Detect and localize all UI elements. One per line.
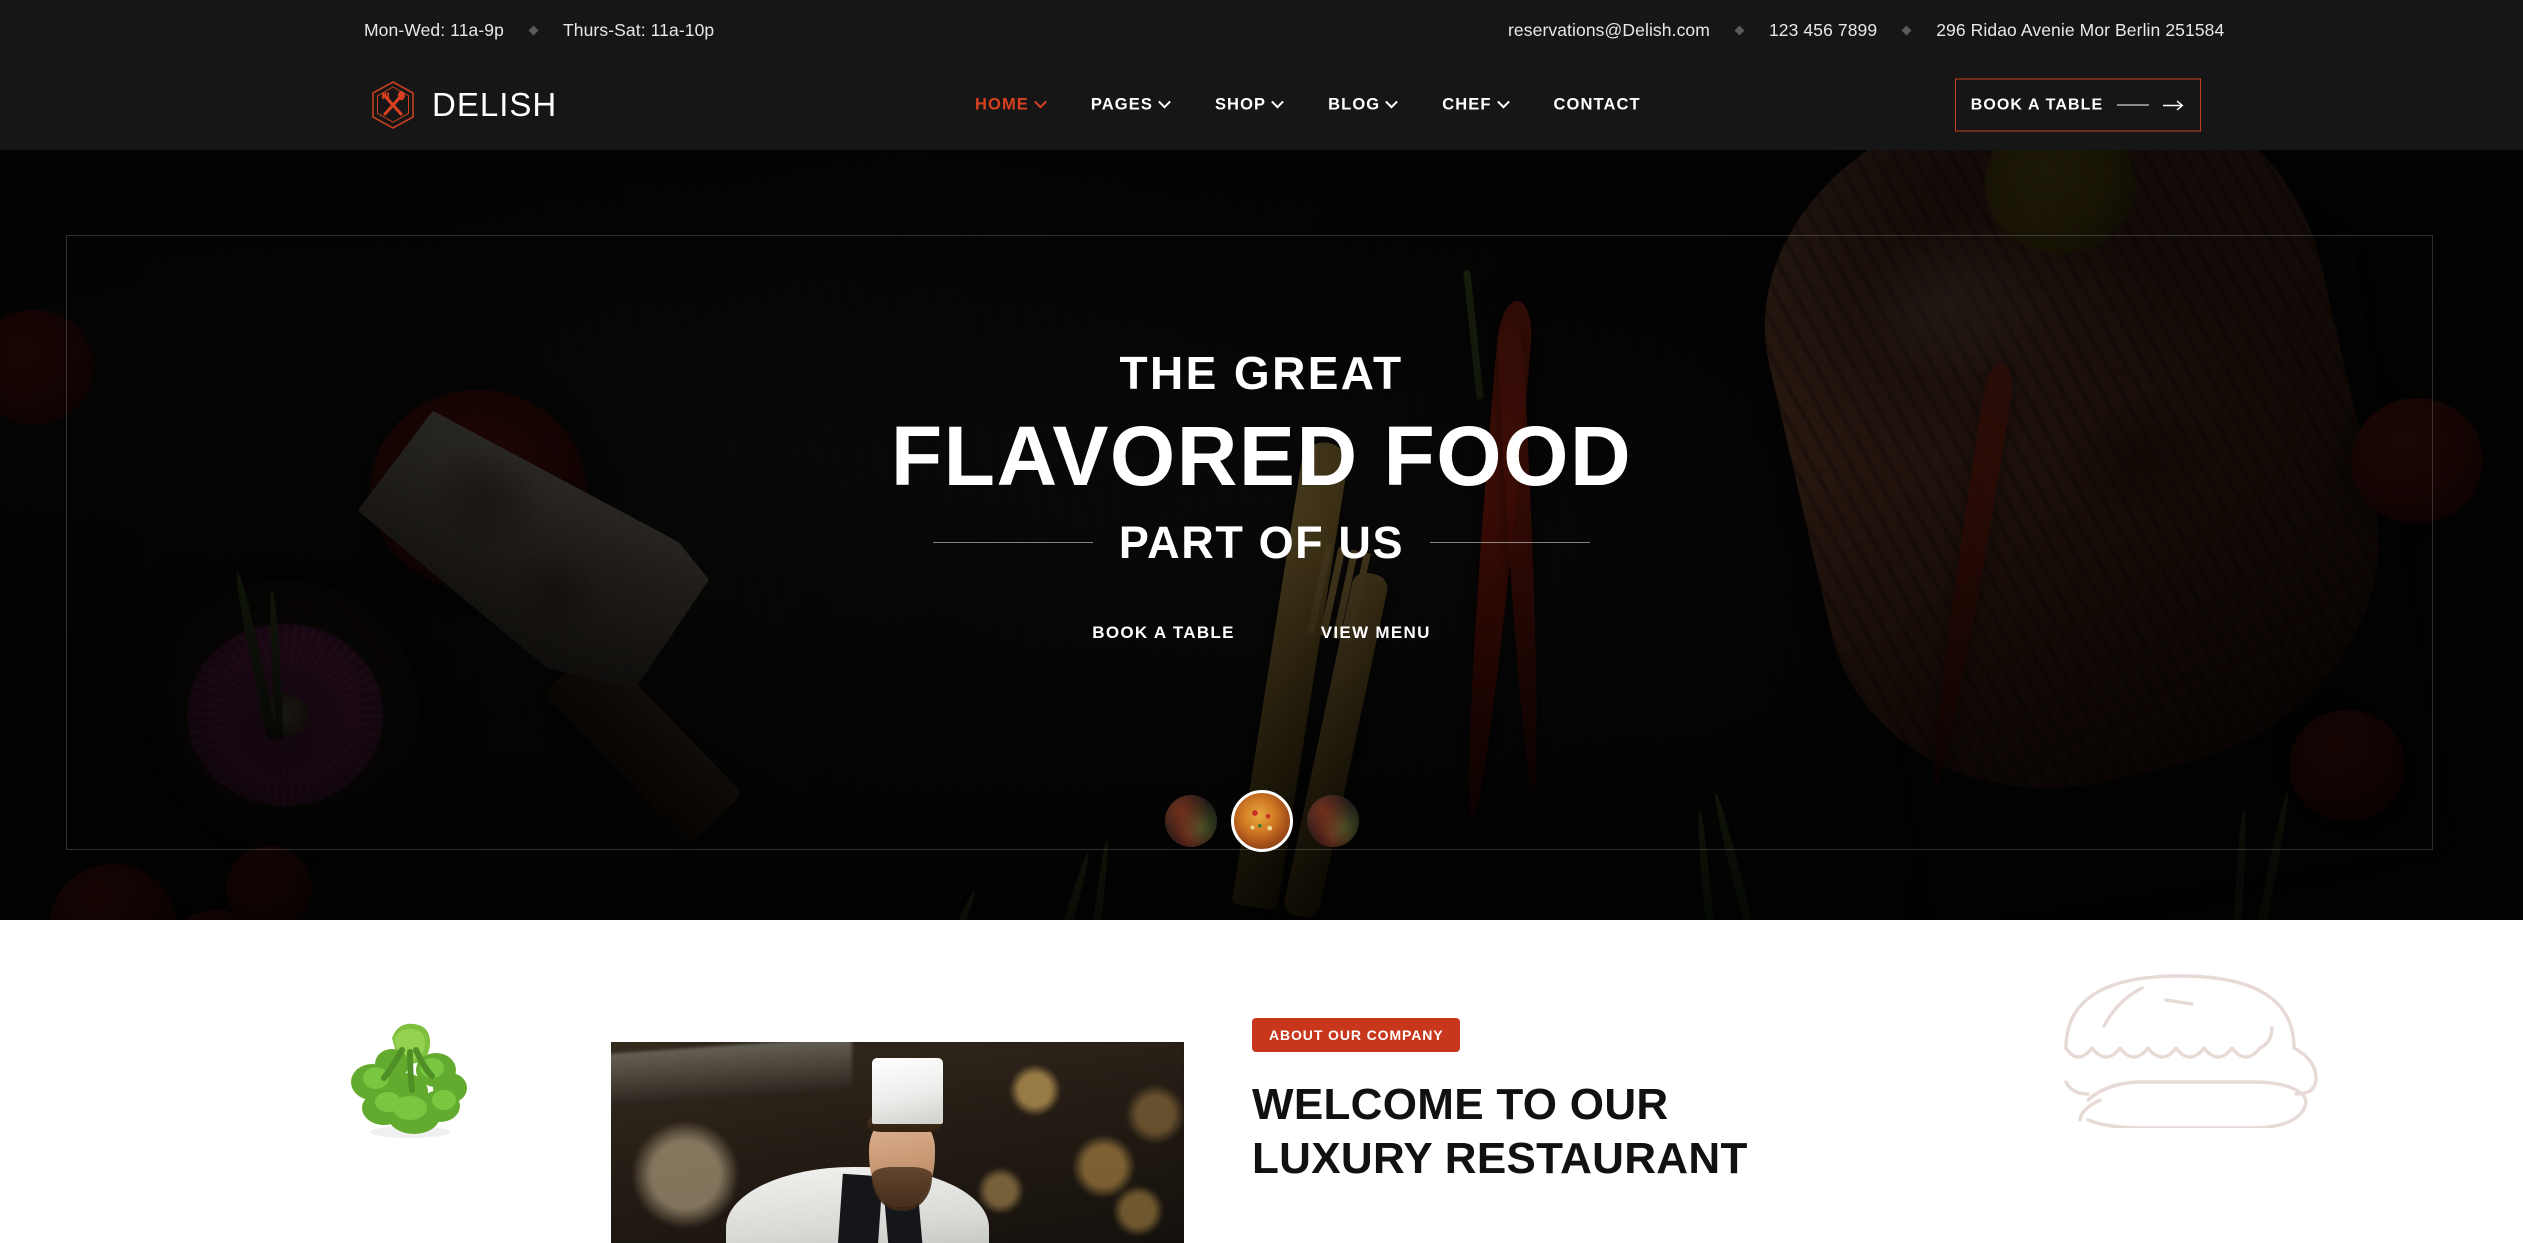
about-section: ABOUT OUR COMPANY WELCOME TO OUR LUXURY … <box>0 920 2523 1243</box>
hero-book-a-table-link[interactable]: BOOK A TABLE <box>1092 623 1234 643</box>
nav-item-blog[interactable]: BLOG <box>1305 96 1419 115</box>
chevron-down-icon <box>1385 95 1399 109</box>
contact-email[interactable]: reservations@Delish.com <box>1508 20 1710 41</box>
decorative-rule-left <box>932 542 1093 543</box>
button-divider-line <box>2117 104 2150 106</box>
nav-label: CONTACT <box>1553 95 1641 114</box>
about-text-block: ABOUT OUR COMPANY WELCOME TO OUR LUXURY … <box>1252 920 1748 1185</box>
chef-hat <box>871 1058 944 1125</box>
chevron-down-icon <box>1034 95 1047 109</box>
arrow-right-icon <box>2163 100 2184 110</box>
hero-view-menu-link[interactable]: VIEW MENU <box>1321 623 1431 643</box>
decorative-rule-right <box>1430 542 1591 543</box>
book-a-table-button[interactable]: BOOK A TABLE <box>1955 78 2201 132</box>
hours-weekend: Thurs-Sat: 11a-10p <box>562 19 715 40</box>
top-bar-hours: Mon-Wed: 11a-9p Thurs-Sat: 11a-10p <box>364 20 714 41</box>
about-badge: ABOUT OUR COMPANY <box>1252 1018 1461 1052</box>
chevron-down-icon <box>1271 95 1284 109</box>
hero-subtitle: PART OF US <box>1118 517 1405 568</box>
nav-item-chef[interactable]: CHEF <box>1419 96 1530 115</box>
top-bar-contact: reservations@Delish.com 123 456 7899 296… <box>1508 20 2224 41</box>
about-heading: WELCOME TO OUR LUXURY RESTAURANT <box>1252 1080 1748 1183</box>
hero-title: FLAVORED FOOD <box>890 409 1633 503</box>
nav-label: BLOG <box>1328 95 1381 114</box>
slide-thumbnail-steak-platter[interactable] <box>1164 795 1217 847</box>
nav-item-pages[interactable]: PAGES <box>1068 96 1192 115</box>
nav-item-shop[interactable]: SHOP <box>1192 96 1305 115</box>
contact-phone[interactable]: 123 456 7899 <box>1769 20 1877 41</box>
nav-label: PAGES <box>1090 95 1153 114</box>
hero-subtitle-row: PART OF US <box>0 520 2523 565</box>
slide-thumbnail-grilled-meat[interactable] <box>1306 795 1359 847</box>
main-navigation: HOME PAGES SHOP BLOG CHEF CONTACT <box>952 96 1664 115</box>
diamond-separator-icon <box>528 25 539 35</box>
fork-spoon-hexagon-icon <box>372 81 414 129</box>
brand-name: DELISH <box>432 86 558 123</box>
nav-label: CHEF <box>1442 95 1492 114</box>
top-bar: Mon-Wed: 11a-9p Thurs-Sat: 11a-10p reser… <box>0 0 2523 60</box>
nav-item-home[interactable]: HOME <box>952 96 1068 115</box>
contact-address: 296 Ridao Avenie Mor Berlin 251584 <box>1936 19 2225 40</box>
brand-logo[interactable]: DELISH <box>370 80 557 130</box>
chevron-down-icon <box>1496 95 1510 109</box>
book-a-table-label: BOOK A TABLE <box>1970 96 2104 113</box>
nav-label: SHOP <box>1214 95 1267 114</box>
hero-kicker: THE GREAT <box>1119 347 1404 399</box>
chef-portrait-image <box>611 1042 1184 1243</box>
burger-outline-watermark-icon <box>2064 974 2318 1128</box>
slide-thumbnail-pizza[interactable] <box>1230 790 1293 852</box>
diamond-separator-icon <box>1901 25 1912 35</box>
nav-item-contact[interactable]: CONTACT <box>1531 96 1664 115</box>
hero-content: THE GREAT FLAVORED FOOD PART OF US BOOK … <box>0 350 2523 643</box>
chevron-down-icon <box>1158 95 1171 109</box>
broccoli-image <box>351 1023 467 1138</box>
hero-slide-thumbnails <box>0 790 2523 852</box>
site-header: DELISH HOME PAGES SHOP BLOG CHEF CONTACT… <box>0 60 2523 150</box>
hours-weekday: Mon-Wed: 11a-9p <box>364 19 504 40</box>
hero-cta-group: BOOK A TABLE VIEW MENU <box>0 623 2523 643</box>
diamond-separator-icon <box>1734 25 1745 35</box>
hero-section: THE GREAT FLAVORED FOOD PART OF US BOOK … <box>0 150 2523 920</box>
nav-label: HOME <box>975 95 1029 114</box>
